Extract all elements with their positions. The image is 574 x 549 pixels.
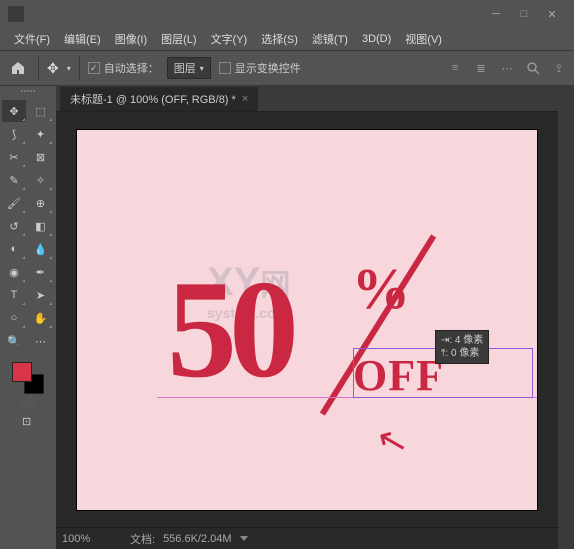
path-selection-tool[interactable]: ➤ — [29, 284, 53, 306]
app-logo — [8, 6, 24, 22]
auto-select-label: 自动选择： — [104, 60, 159, 76]
home-icon — [10, 60, 26, 76]
status-menu-arrow-icon[interactable] — [240, 536, 248, 541]
lasso-tool[interactable]: ⟆ — [2, 123, 26, 145]
show-transform-label: 显示变换控件 — [235, 60, 301, 76]
menu-filter[interactable]: 滤镜(T) — [306, 29, 354, 49]
text-layer-percent[interactable]: % — [352, 255, 410, 322]
pen-tool[interactable]: ✒ — [29, 261, 53, 283]
healing-brush-tool[interactable]: ✧ — [29, 169, 53, 191]
clone-stamp-tool[interactable]: ⊕ — [29, 192, 53, 214]
dodge-tool[interactable]: ◉ — [2, 261, 26, 283]
more-icon[interactable]: ⋯ — [498, 59, 516, 77]
menu-bar: 文件(F) 编辑(E) 图像(I) 图层(L) 文字(Y) 选择(S) 滤镜(T… — [0, 28, 574, 50]
eraser-tool[interactable]: ◧ — [29, 215, 53, 237]
shape-tool[interactable]: ○ — [2, 307, 26, 329]
marquee-tool[interactable]: ⬚ — [29, 100, 53, 122]
checkbox-icon — [219, 62, 231, 74]
dropdown-arrow-icon: ▾ — [67, 64, 71, 73]
blur-tool[interactable]: 💧 — [29, 238, 53, 260]
doc-info-label: 文档: — [130, 531, 155, 547]
canvas-area[interactable]: XY网 system.com 50 % OFF ⇥: 4 像素 ⤒: 0 像素 … — [56, 112, 558, 527]
share-icon[interactable]: ⇪ — [550, 59, 568, 77]
align-left-icon[interactable]: ≡ — [446, 59, 464, 77]
edit-toolbar[interactable]: ⋯ — [29, 330, 53, 352]
fg-color-swatch[interactable] — [12, 362, 32, 382]
hand-tool[interactable]: ✋ — [29, 307, 53, 329]
maximize-button[interactable]: □ — [510, 4, 538, 24]
checkbox-icon: ✓ — [88, 62, 100, 74]
move-tool[interactable]: ✥ — [2, 100, 26, 122]
menu-select[interactable]: 选择(S) — [255, 29, 304, 49]
zoom-level[interactable]: 100% — [62, 533, 122, 545]
search-icon[interactable] — [524, 59, 542, 77]
tab-title: 未标题-1 @ 100% (OFF, RGB/8) * — [70, 91, 236, 107]
text-layer-50[interactable]: 50 — [167, 260, 291, 400]
collapsed-panels[interactable] — [558, 86, 574, 549]
doc-info-value: 556.6K/2.04M — [163, 533, 232, 545]
tools-panel: ✥ ⬚ ⟆ ✦ ✂ ⊠ ✎ ✧ 🖌 ⊕ ↺ ◧ ◐ 💧 ◉ ✒ T ➤ ○ ✋ … — [0, 86, 56, 549]
screen-mode-toggle[interactable]: ⊡ — [21, 414, 35, 428]
auto-select-checkbox[interactable]: ✓ 自动选择： — [88, 60, 159, 76]
show-transform-checkbox[interactable]: 显示变换控件 — [219, 60, 301, 76]
magic-wand-tool[interactable]: ✦ — [29, 123, 53, 145]
title-bar: ─ □ ✕ — [0, 0, 574, 28]
menu-text[interactable]: 文字(Y) — [205, 29, 254, 49]
document-tab[interactable]: 未标题-1 @ 100% (OFF, RGB/8) * × — [60, 87, 258, 111]
type-tool[interactable]: T — [2, 284, 26, 306]
menu-3d[interactable]: 3D(D) — [356, 31, 397, 47]
text-layer-off[interactable]: OFF — [353, 350, 444, 401]
color-swatches[interactable] — [12, 362, 44, 394]
move-tool-icon: ✥ — [47, 60, 59, 77]
history-brush-tool[interactable]: ↺ — [2, 215, 26, 237]
menu-view[interactable]: 视图(V) — [399, 29, 448, 49]
eyedropper-tool[interactable]: ✎ — [2, 169, 26, 191]
menu-edit[interactable]: 编辑(E) — [58, 29, 107, 49]
menu-image[interactable]: 图像(I) — [109, 29, 153, 49]
tab-close-button[interactable]: × — [242, 93, 248, 105]
align-center-icon[interactable]: ≣ — [472, 59, 490, 77]
minimize-button[interactable]: ─ — [482, 4, 510, 24]
status-bar: 100% 文档: 556.6K/2.04M — [56, 527, 558, 549]
quick-mask-toggle[interactable] — [21, 396, 35, 410]
options-bar: ✥ ▾ ✓ 自动选择： 图层 ▾ 显示变换控件 ≡ ≣ ⋯ ⇪ — [0, 50, 574, 86]
document-tabs: 未标题-1 @ 100% (OFF, RGB/8) * × — [56, 86, 558, 112]
close-window-button[interactable]: ✕ — [538, 4, 566, 24]
menu-layer[interactable]: 图层(L) — [155, 29, 202, 49]
chevron-down-icon: ▾ — [200, 64, 204, 73]
zoom-tool[interactable]: 🔍 — [2, 330, 26, 352]
gradient-tool[interactable]: ◐ — [2, 238, 26, 260]
dropdown-value: 图层 — [174, 60, 196, 76]
measurement-tooltip: ⇥: 4 像素 ⤒: 0 像素 — [435, 330, 489, 364]
menu-file[interactable]: 文件(F) — [8, 29, 56, 49]
canvas[interactable]: XY网 system.com 50 % OFF ⇥: 4 像素 ⤒: 0 像素 … — [77, 130, 537, 510]
brush-tool[interactable]: 🖌 — [2, 192, 26, 214]
crop-tool[interactable]: ✂ — [2, 146, 26, 168]
panel-drag-handle[interactable] — [2, 90, 54, 98]
home-button[interactable] — [6, 56, 30, 80]
frame-tool[interactable]: ⊠ — [29, 146, 53, 168]
auto-select-dropdown[interactable]: 图层 ▾ — [167, 57, 211, 79]
